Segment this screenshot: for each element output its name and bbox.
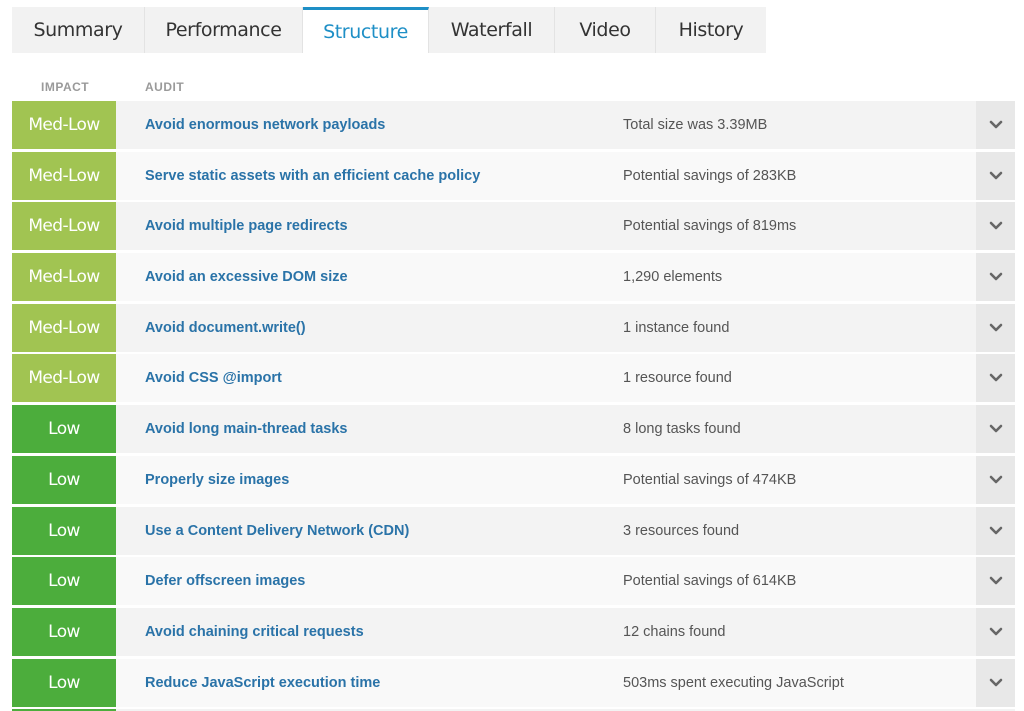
- chevron-down-icon: [989, 171, 1002, 179]
- audit-detail: 503ms spent executing JavaScript: [623, 674, 844, 691]
- expand-button[interactable]: [976, 303, 1015, 352]
- tab-performance[interactable]: Performance: [145, 7, 303, 53]
- audit-row[interactable]: Low Properly size images Potential savings…: [12, 455, 1015, 504]
- expand-button[interactable]: [976, 151, 1015, 200]
- expand-button[interactable]: [976, 405, 1015, 454]
- audit-title-link[interactable]: Avoid chaining critical requests: [145, 624, 364, 640]
- chevron-down-icon: [989, 323, 1002, 332]
- audit-list: Med-Low Avoid enormous network payloads To…: [12, 101, 1015, 709]
- chevron-down-icon: [989, 526, 1002, 534]
- audit-detail: 1 instance found: [623, 319, 730, 336]
- chevron-down-icon: [989, 627, 1002, 636]
- audit-row[interactable]: Med-Low Avoid CSS @import 1 resource found: [12, 354, 1015, 403]
- chevron-down-icon: [989, 374, 1002, 382]
- chevron-down-icon: [989, 475, 1002, 484]
- impact-badge: Low: [12, 405, 116, 454]
- expand-button[interactable]: [976, 202, 1015, 251]
- column-header-audit: AUDIT: [145, 80, 185, 94]
- chevron-down-icon: [989, 678, 1002, 686]
- audit-detail: Potential savings of 283KB: [623, 167, 797, 184]
- impact-badge: Med-Low: [12, 253, 116, 302]
- audit-row[interactable]: Med-Low Avoid document.write() 1 instance …: [12, 303, 1015, 352]
- audit-row[interactable]: Low Avoid chaining critical requests 12 ch…: [12, 607, 1015, 656]
- impact-badge: Med-Low: [12, 101, 116, 149]
- audit-detail: Potential savings of 474KB: [623, 471, 797, 488]
- impact-badge: Low: [12, 506, 116, 555]
- impact-badge: Low: [12, 658, 116, 707]
- audit-detail: 3 resources found: [623, 522, 740, 539]
- tab-video[interactable]: Video: [555, 7, 656, 53]
- audit-title-link[interactable]: Use a Content Delivery Network (CDN): [145, 523, 409, 539]
- audit-row[interactable]: Med-Low Avoid enormous network payloads To…: [12, 101, 1015, 149]
- expand-button[interactable]: [976, 455, 1015, 504]
- expand-button[interactable]: [976, 101, 1015, 149]
- expand-button[interactable]: [976, 607, 1015, 656]
- tab-structure[interactable]: Structure: [303, 7, 429, 53]
- column-header-impact: IMPACT: [41, 80, 90, 94]
- impact-badge: Med-Low: [12, 202, 116, 251]
- audit-title-link[interactable]: Avoid document.write(): [145, 320, 306, 336]
- expand-button[interactable]: [976, 354, 1015, 403]
- tab-history[interactable]: History: [656, 7, 766, 53]
- audit-row[interactable]: Low Defer offscreen images Potential savin…: [12, 557, 1015, 606]
- audit-title-link[interactable]: Avoid enormous network payloads: [145, 117, 385, 133]
- audit-title-link[interactable]: Avoid long main-thread tasks: [145, 421, 348, 437]
- impact-badge: Med-Low: [12, 354, 116, 403]
- audit-row[interactable]: Med-Low Avoid an excessive DOM size 1,290 …: [12, 253, 1015, 302]
- audit-detail: 1 resource found: [623, 370, 732, 387]
- audit-title-link[interactable]: Properly size images: [145, 472, 289, 488]
- impact-badge: Med-Low: [12, 151, 116, 200]
- chevron-down-icon: [989, 120, 1002, 129]
- audit-detail: Total size was 3.39MB: [623, 117, 768, 133]
- audit-detail: 1,290 elements: [623, 269, 723, 286]
- tab-waterfall[interactable]: Waterfall: [429, 7, 555, 53]
- chevron-down-icon: [989, 576, 1002, 585]
- impact-badge: Low: [12, 455, 116, 504]
- chevron-down-icon: [989, 222, 1002, 230]
- tab-bar: Summary Performance Structure Waterfall …: [12, 7, 766, 53]
- audit-title-link[interactable]: Reduce JavaScript execution time: [145, 675, 380, 691]
- chevron-down-icon: [989, 424, 1002, 433]
- expand-button[interactable]: [976, 658, 1015, 707]
- expand-button[interactable]: [976, 253, 1015, 302]
- audit-title-link[interactable]: Defer offscreen images: [145, 573, 305, 589]
- audit-title-link[interactable]: Avoid CSS @import: [145, 370, 282, 386]
- audit-row[interactable]: Low Use a Content Delivery Network (CDN) 3…: [12, 506, 1015, 555]
- audit-detail: 8 long tasks found: [623, 421, 741, 438]
- audit-detail: 12 chains found: [623, 623, 726, 640]
- audit-title-link[interactable]: Avoid multiple page redirects: [145, 218, 348, 234]
- audit-row[interactable]: Low Avoid long main-thread tasks 8 long ta…: [12, 405, 1015, 454]
- expand-button[interactable]: [976, 557, 1015, 606]
- impact-badge: Med-Low: [12, 303, 116, 352]
- tab-summary[interactable]: Summary: [12, 7, 145, 53]
- audit-detail: Potential savings of 819ms: [623, 218, 797, 235]
- impact-badge: Low: [12, 557, 116, 606]
- chevron-down-icon: [989, 272, 1002, 281]
- audit-detail: Potential savings of 614KB: [623, 573, 797, 590]
- audit-row[interactable]: Med-Low Serve static assets with an effic…: [12, 151, 1015, 200]
- audit-row[interactable]: Low Reduce JavaScript execution time 503ms…: [12, 658, 1015, 707]
- audit-title-link[interactable]: Avoid an excessive DOM size: [145, 269, 348, 285]
- expand-button[interactable]: [976, 506, 1015, 555]
- audit-row[interactable]: Med-Low Avoid multiple page redirects Pote…: [12, 202, 1015, 251]
- impact-badge: Low: [12, 607, 116, 656]
- audit-title-link[interactable]: Serve static assets with an efficient ca…: [145, 168, 480, 184]
